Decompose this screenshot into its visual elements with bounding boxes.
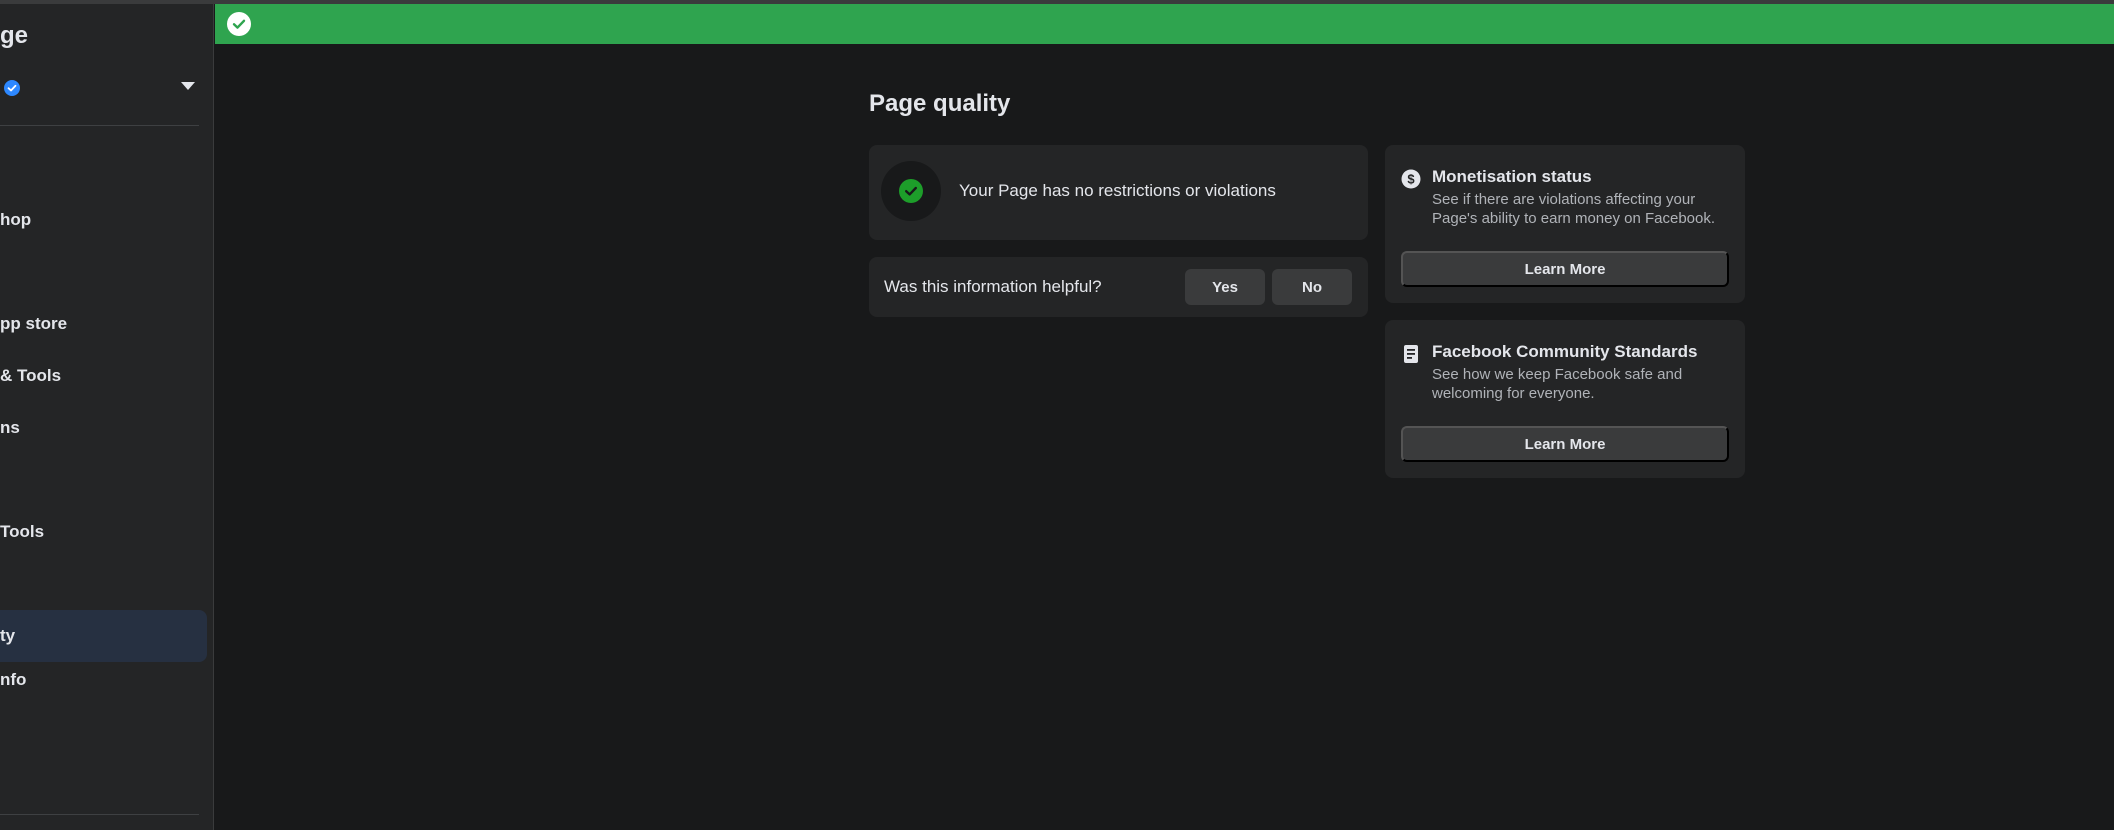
feedback-question: Was this information helpful?: [884, 277, 1102, 296]
sidebar-item-label: ty: [0, 626, 16, 645]
sidebar-title: ge: [0, 22, 29, 49]
dollar-circle-icon: $: [1401, 169, 1421, 189]
page-switcher-caret-icon[interactable]: [181, 82, 195, 90]
monetisation-card: $ Monetisation status See if there are v…: [1385, 145, 1745, 303]
no-button[interactable]: No: [1272, 269, 1352, 305]
sidebar-item-label: & Tools: [0, 366, 62, 385]
verified-badge-icon: [4, 80, 20, 96]
status-icon-container: [881, 161, 941, 221]
sidebar-item-label: Tools: [0, 522, 45, 541]
sidebar-item-label: ns: [0, 418, 20, 437]
status-message: Your Page has no restrictions or violati…: [959, 181, 1276, 200]
sidebar-divider: [0, 125, 199, 126]
check-circle-icon: [899, 179, 923, 203]
document-icon: [1401, 344, 1421, 364]
sidebar-item-more-tools[interactable]: Tools: [0, 506, 207, 558]
card-description: See if there are violations affecting yo…: [1432, 191, 1716, 227]
page-title: Page quality: [869, 90, 1011, 117]
check-circle-icon: [227, 12, 251, 36]
sidebar-item-label: nfo: [0, 670, 27, 689]
sidebar-item-info[interactable]: nfo: [0, 654, 207, 706]
sidebar-item-label: pp store: [0, 314, 68, 333]
learn-more-button[interactable]: Learn More: [1401, 426, 1729, 462]
sidebar-item-app-store[interactable]: pp store: [0, 298, 207, 350]
card-description: See how we keep Facebook safe and welcom…: [1432, 366, 1683, 402]
feedback-card: Was this information helpful? Yes No: [869, 257, 1368, 317]
sidebar-item-label: hop: [0, 210, 32, 229]
sidebar-item-shop[interactable]: hop: [0, 194, 207, 246]
sidebar-item-tools[interactable]: & Tools: [0, 350, 207, 402]
sidebar: ge hop pp store & Tools ns Tools ty nfo: [0, 4, 214, 830]
sidebar-item-ns[interactable]: ns: [0, 402, 207, 454]
card-title: Monetisation status: [1432, 167, 1592, 186]
community-standards-card: Facebook Community Standards See how we …: [1385, 320, 1745, 478]
sidebar-divider: [0, 814, 199, 815]
learn-more-button[interactable]: Learn More: [1401, 251, 1729, 287]
card-title: Facebook Community Standards: [1432, 342, 1698, 361]
success-banner: [215, 4, 2114, 44]
page-status-card: Your Page has no restrictions or violati…: [869, 145, 1368, 240]
svg-text:$: $: [1407, 172, 1415, 187]
yes-button[interactable]: Yes: [1185, 269, 1265, 305]
